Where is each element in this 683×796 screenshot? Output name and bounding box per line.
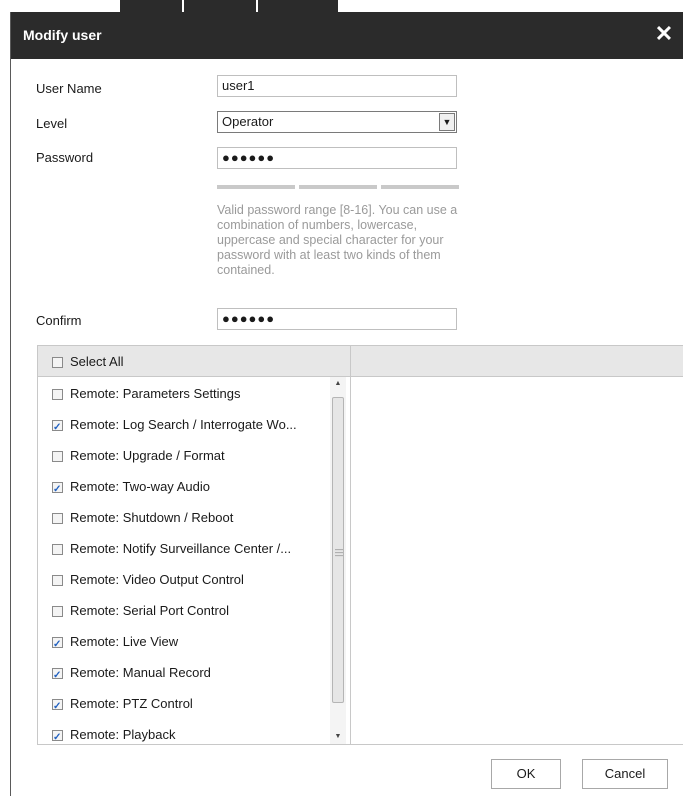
list-item[interactable]: Remote: Shutdown / Reboot: [52, 508, 233, 528]
ok-button[interactable]: OK: [491, 759, 561, 789]
permissions-panel: Select All Remote: Parameters Settings R…: [37, 345, 683, 745]
permission-checkbox[interactable]: [52, 513, 63, 525]
permission-checkbox[interactable]: [52, 697, 63, 717]
close-icon[interactable]: ✕: [654, 23, 674, 45]
level-label: Level: [36, 116, 68, 131]
confirm-password-field[interactable]: ●●●●●●: [217, 308, 457, 330]
permission-label: Remote: Playback: [70, 727, 176, 742]
username-label: User Name: [36, 81, 102, 96]
list-item[interactable]: Remote: Playback: [52, 725, 176, 745]
scroll-down-arrow-icon[interactable]: ▼: [330, 730, 346, 744]
scrollbar-grip-icon: ― ― ―: [335, 545, 343, 560]
background-tab: [184, 0, 256, 12]
permission-label: Remote: Parameters Settings: [70, 386, 241, 401]
password-strength-bar-2: [299, 185, 377, 189]
permission-checkbox[interactable]: [52, 480, 63, 500]
cancel-button[interactable]: Cancel: [582, 759, 668, 789]
modify-user-dialog: Modify user ✕ User Name user1 Level Oper…: [10, 12, 683, 796]
list-item[interactable]: Remote: Manual Record: [52, 663, 211, 686]
list-item[interactable]: Remote: Notify Surveillance Center /...: [52, 539, 291, 559]
list-item[interactable]: Remote: Serial Port Control: [52, 601, 229, 621]
password-label: Password: [36, 150, 94, 165]
permission-checkbox[interactable]: [52, 666, 63, 686]
background-top-strip: [0, 0, 683, 12]
permission-checkbox[interactable]: [52, 635, 63, 655]
permission-label: Remote: Upgrade / Format: [70, 448, 225, 463]
permission-label: Remote: Shutdown / Reboot: [70, 510, 234, 525]
permission-checkbox[interactable]: [52, 575, 63, 587]
list-item[interactable]: Remote: Video Output Control: [52, 570, 244, 590]
permission-checkbox[interactable]: [52, 418, 63, 438]
background-tab: [258, 0, 338, 12]
level-selected-value: Operator: [222, 114, 274, 129]
list-item[interactable]: Remote: PTZ Control: [52, 694, 193, 717]
permission-label: Remote: PTZ Control: [70, 696, 193, 711]
confirm-label: Confirm: [36, 313, 82, 328]
panel-divider: [350, 346, 351, 744]
select-all-checkbox[interactable]: [52, 357, 63, 369]
dialog-title: Modify user: [23, 27, 102, 43]
dropdown-arrow-icon[interactable]: ▼: [439, 113, 455, 131]
password-hint: Valid password range [8-16]. You can use…: [217, 203, 458, 277]
scrollbar-thumb[interactable]: ― ― ―: [332, 397, 344, 703]
password-strength-bar-1: [217, 185, 295, 189]
permission-checkbox[interactable]: [52, 451, 63, 463]
background-tab: [120, 0, 182, 12]
permission-checkbox[interactable]: [52, 606, 63, 618]
permission-label: Remote: Serial Port Control: [70, 603, 229, 618]
permission-label: Remote: Notify Surveillance Center /...: [70, 541, 292, 556]
username-field[interactable]: user1: [217, 75, 457, 97]
permission-label: Remote: Manual Record: [70, 665, 211, 680]
list-item[interactable]: Remote: Parameters Settings: [52, 384, 241, 404]
permission-list: Remote: Parameters Settings Remote: Log …: [38, 377, 350, 745]
level-select[interactable]: Operator ▼: [217, 111, 457, 133]
permission-label: Remote: Two-way Audio: [70, 479, 210, 494]
permission-checkbox[interactable]: [52, 389, 63, 401]
select-all-label: Select All: [70, 354, 124, 369]
permission-list-scrollbar[interactable]: ▲ ― ― ― ▼: [330, 377, 346, 744]
password-field[interactable]: ●●●●●●: [217, 147, 457, 169]
list-item[interactable]: Remote: Two-way Audio: [52, 477, 210, 500]
scroll-up-arrow-icon[interactable]: ▲: [330, 377, 346, 391]
permission-label: Remote: Live View: [70, 634, 179, 649]
list-item[interactable]: Remote: Live View: [52, 632, 179, 655]
permission-checkbox[interactable]: [52, 728, 63, 745]
permissions-header: Select All: [38, 346, 683, 377]
dialog-titlebar: Modify user ✕: [11, 12, 683, 59]
list-item[interactable]: Remote: Upgrade / Format: [52, 446, 225, 466]
list-item[interactable]: Remote: Log Search / Interrogate Wo...: [52, 415, 297, 438]
permission-label: Remote: Log Search / Interrogate Wo...: [70, 417, 297, 432]
permission-checkbox[interactable]: [52, 544, 63, 556]
password-strength-bar-3: [381, 185, 459, 189]
select-all-checkbox-row[interactable]: Select All: [52, 354, 123, 369]
permission-label: Remote: Video Output Control: [70, 572, 244, 587]
